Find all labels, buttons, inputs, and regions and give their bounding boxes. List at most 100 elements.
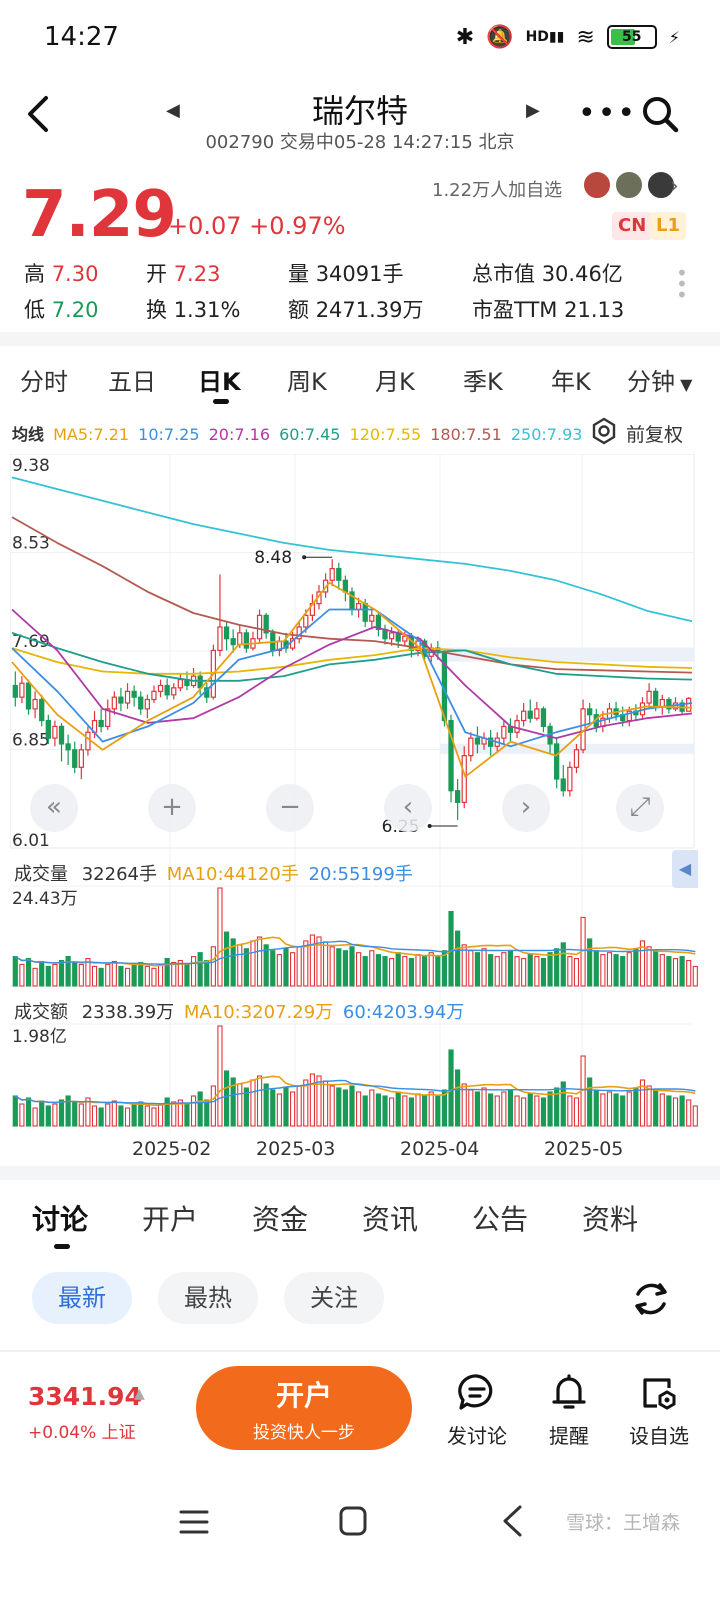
candle-body xyxy=(72,749,78,768)
volume-bar xyxy=(692,965,698,987)
volume-legend: 成交量 32264手 MA10:44120手 20:55199手 xyxy=(14,860,413,886)
amount-bar xyxy=(395,1091,401,1127)
high-marker-dot xyxy=(302,555,307,560)
bluetooth-icon: ✱ xyxy=(455,24,475,50)
volume-value: 32264手 xyxy=(81,864,157,885)
amount-bar xyxy=(45,1105,51,1127)
tab-profile[interactable]: 资料 xyxy=(582,1198,638,1238)
amount-bar xyxy=(19,1103,25,1127)
tab-discussion[interactable]: 讨论 xyxy=(32,1198,88,1238)
follower-avatars[interactable] xyxy=(582,170,676,200)
volume-bar xyxy=(514,956,520,987)
home-icon[interactable] xyxy=(338,1505,368,1537)
nav-back-icon[interactable] xyxy=(500,1504,524,1538)
candle-body xyxy=(646,690,652,704)
low-marker-dot xyxy=(427,823,432,828)
volume-bar xyxy=(296,946,302,987)
settings-gear-icon[interactable] xyxy=(590,417,618,445)
index-change[interactable]: +0.04% 上证 xyxy=(28,1418,136,1443)
refresh-icon[interactable] xyxy=(630,1278,672,1320)
stat-amount: 额 2471.39万 xyxy=(288,298,424,322)
battery-level: 55 xyxy=(622,29,642,45)
next-candle-icon[interactable]: › xyxy=(502,784,550,832)
candle-body xyxy=(587,708,593,716)
watermark: 雪球：王增森 xyxy=(566,1512,681,1534)
y-tick-label: 8.53 xyxy=(12,534,50,554)
tab-intraday[interactable]: 分时 xyxy=(20,362,68,397)
adjust-mode-button[interactable]: 前复权 xyxy=(626,420,683,447)
search-icon[interactable] xyxy=(640,94,680,134)
volume-bar xyxy=(98,967,104,987)
volume-bar xyxy=(283,948,289,987)
tab-news[interactable]: 资讯 xyxy=(362,1198,418,1238)
tab-minute-label: 分钟 xyxy=(627,368,675,396)
candle-body xyxy=(85,731,91,751)
next-stock-arrow-icon[interactable]: ▶ xyxy=(526,100,540,121)
amount-bar xyxy=(461,1083,467,1127)
candle-body xyxy=(39,698,45,722)
tab-daily-k[interactable]: 日K xyxy=(198,362,241,397)
volume-bar xyxy=(289,952,296,987)
ma60-value: 60:7.45 xyxy=(279,425,341,444)
chevron-right-icon[interactable]: › xyxy=(670,174,679,199)
candle-body xyxy=(98,719,104,728)
status-time: 14:27 xyxy=(44,22,119,52)
prev-candle-icon[interactable]: ‹ xyxy=(384,784,432,832)
open-account-button[interactable]: 开户 投资快人一步 xyxy=(196,1366,412,1450)
kline-chart[interactable]: 9.388.537.696.856.018.486.2524.43万1.98亿 xyxy=(10,454,698,1134)
alert-button[interactable]: 提醒 xyxy=(524,1372,614,1449)
add-watchlist-button[interactable]: 设自选 xyxy=(614,1372,704,1449)
zoom-out-icon[interactable]: − xyxy=(266,784,314,832)
volume-bar xyxy=(382,956,388,987)
followers-count[interactable]: 1.22万人加自选 xyxy=(432,176,562,202)
level-badge-l1[interactable]: L1 xyxy=(650,212,686,240)
ma-legend: 均线 MA5:7.21 10:7.25 20:7.16 60:7.45 120:… xyxy=(12,421,586,445)
tab-monthly-k[interactable]: 月K xyxy=(375,362,415,397)
filter-hottest[interactable]: 最热 xyxy=(158,1272,258,1324)
volume-bar xyxy=(52,963,58,987)
amount-bar xyxy=(217,1025,223,1127)
zoom-in-icon[interactable]: + xyxy=(148,784,196,832)
tab-yearly-k[interactable]: 年K xyxy=(551,362,591,397)
post-discussion-button[interactable]: 发讨论 xyxy=(432,1372,522,1449)
volume-bar xyxy=(448,910,454,987)
candle-body xyxy=(554,743,560,780)
volume-bar xyxy=(672,958,679,987)
tab-minute[interactable]: 分钟 ▼ xyxy=(627,362,692,397)
volume-bar xyxy=(389,958,395,987)
amount-bar xyxy=(58,1099,65,1127)
market-badge-cn[interactable]: CN xyxy=(612,212,653,240)
amount-bar xyxy=(144,1105,150,1127)
tab-five-day[interactable]: 五日 xyxy=(108,362,156,397)
section-divider xyxy=(0,1166,720,1180)
tab-announcements[interactable]: 公告 xyxy=(472,1198,528,1238)
amount-bar xyxy=(692,1105,698,1127)
candle-body xyxy=(124,690,131,704)
collapse-indicator-icon[interactable]: ◀ xyxy=(672,850,698,888)
index-value[interactable]: 3341.94 xyxy=(28,1382,142,1411)
chat-bubble-icon xyxy=(458,1374,493,1410)
volume-bar xyxy=(679,956,685,987)
volume-bar xyxy=(58,959,65,987)
stat-high: 高 7.30 xyxy=(24,262,99,286)
filter-latest[interactable]: 最新 xyxy=(32,1272,132,1324)
more-menu-icon[interactable]: ••• xyxy=(578,96,637,131)
ma10-value: 10:7.25 xyxy=(138,425,200,444)
tab-fund-flow[interactable]: 资金 xyxy=(252,1198,308,1238)
expand-stats-icon[interactable]: • • • xyxy=(676,263,688,305)
amount-bar xyxy=(157,1103,164,1127)
menu-icon[interactable] xyxy=(178,1508,210,1536)
amount-bar xyxy=(646,1085,652,1127)
amount-bar xyxy=(653,1089,659,1127)
volume-bar xyxy=(547,952,553,987)
fullscreen-icon[interactable]: ⤢ xyxy=(616,784,664,832)
tab-weekly-k[interactable]: 周K xyxy=(287,362,327,397)
volume-bar xyxy=(620,956,626,987)
filter-following[interactable]: 关注 xyxy=(284,1272,384,1324)
amount-bar xyxy=(39,1100,45,1127)
amount-bar xyxy=(336,1087,342,1127)
tab-open-account[interactable]: 开户 xyxy=(142,1198,198,1238)
scroll-left-icon[interactable]: « xyxy=(30,784,78,832)
volume-bar xyxy=(111,960,117,987)
tab-quarterly-k[interactable]: 季K xyxy=(463,362,503,397)
